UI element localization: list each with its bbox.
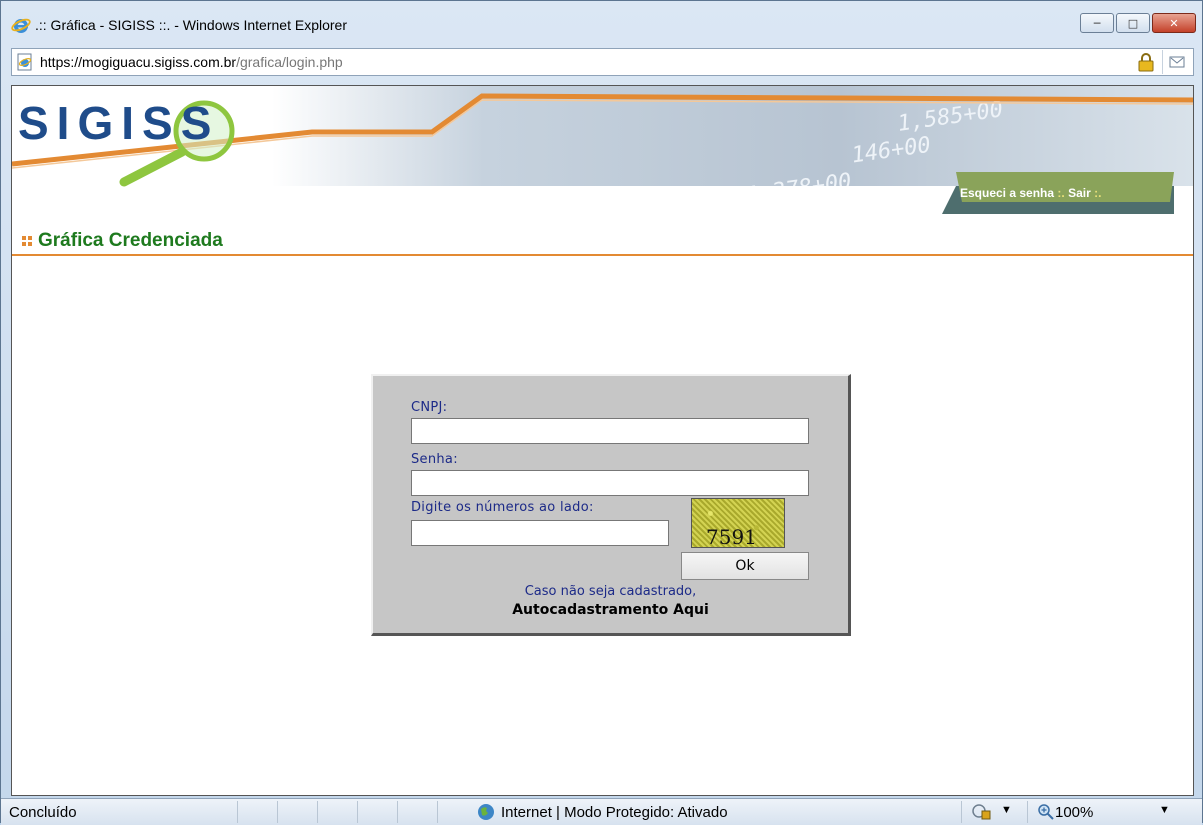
- ok-button[interactable]: Ok: [681, 552, 809, 580]
- close-icon: ✕: [1169, 16, 1179, 30]
- cnpj-label: CNPJ:: [411, 400, 448, 415]
- captcha-label: Digite os números ao lado:: [411, 500, 594, 515]
- zoom-icon: [1038, 804, 1054, 820]
- url-path: /grafica/login.php: [236, 54, 343, 70]
- feed-button[interactable]: [1162, 50, 1191, 74]
- password-input[interactable]: [411, 470, 809, 496]
- cnpj-input[interactable]: [411, 418, 809, 444]
- minimize-icon: ─: [1093, 16, 1101, 30]
- title-bar: .:: Gráfica - SIGISS ::. - Windows Inter…: [1, 1, 1202, 45]
- status-bar: Concluído Internet | Modo Protegido: Ati…: [1, 798, 1202, 825]
- page-icon: [17, 53, 32, 71]
- password-label: Senha:: [411, 452, 458, 467]
- maximize-icon: □: [1127, 16, 1139, 30]
- bullet-icon: [22, 236, 32, 246]
- security-zone-text[interactable]: Internet | Modo Protegido: Ativado: [501, 804, 728, 821]
- close-button[interactable]: ✕: [1152, 13, 1196, 33]
- chevron-down-icon[interactable]: ▼: [1001, 804, 1012, 816]
- maximize-button[interactable]: □: [1116, 13, 1150, 33]
- self-register-link[interactable]: Autocadastramento Aqui: [373, 602, 848, 618]
- window-title: .:: Gráfica - SIGISS ::. - Windows Inter…: [35, 17, 347, 33]
- section-header: Gráfica Credenciada: [12, 228, 1193, 256]
- chevron-down-icon[interactable]: ▼: [1159, 804, 1170, 816]
- url-prefix: https://mogiguacu.: [40, 54, 155, 70]
- minimize-button[interactable]: ─: [1080, 13, 1114, 33]
- register-prompt: Caso não seja cadastrado,: [524, 584, 697, 599]
- login-form: CNPJ: Senha: Digite os números ao lado: …: [371, 374, 851, 636]
- captcha-image: 7591: [691, 498, 785, 549]
- url-text: https://mogiguacu.sigiss.com.br/grafica/…: [40, 54, 343, 70]
- feed-icon: [1169, 56, 1185, 68]
- url-domain: sigiss.com.br: [154, 54, 237, 70]
- privacy-icon[interactable]: [971, 802, 993, 822]
- top-nav: Esqueci a senha :. Sair :.: [960, 186, 1101, 200]
- sigiss-logo: SIGISS: [18, 97, 220, 149]
- browser-window: .:: Gráfica - SIGISS ::. - Windows Inter…: [0, 0, 1203, 825]
- page-content: 1,585+00 146+00 1,378+00 1,002+00 SIGISS…: [11, 85, 1194, 796]
- address-bar[interactable]: https://mogiguacu.sigiss.com.br/grafica/…: [11, 48, 1194, 76]
- status-text: Concluído: [9, 804, 77, 821]
- ie-logo-icon: [11, 18, 31, 33]
- lock-icon[interactable]: [1137, 52, 1155, 72]
- zoom-level[interactable]: 100%: [1055, 804, 1093, 821]
- globe-icon: [478, 804, 494, 820]
- site-banner: 1,585+00 146+00 1,378+00 1,002+00 SIGISS…: [12, 86, 1193, 226]
- nav-separator: :.: [1094, 186, 1102, 200]
- nav-separator: :.: [1057, 186, 1065, 200]
- window-controls: ─ □ ✕: [1080, 13, 1196, 33]
- page-title: Gráfica Credenciada: [38, 230, 223, 251]
- logout-link[interactable]: Sair: [1068, 186, 1091, 200]
- forgot-password-link[interactable]: Esqueci a senha: [960, 186, 1054, 200]
- captcha-code: 7591: [706, 525, 757, 549]
- captcha-input[interactable]: [411, 520, 669, 546]
